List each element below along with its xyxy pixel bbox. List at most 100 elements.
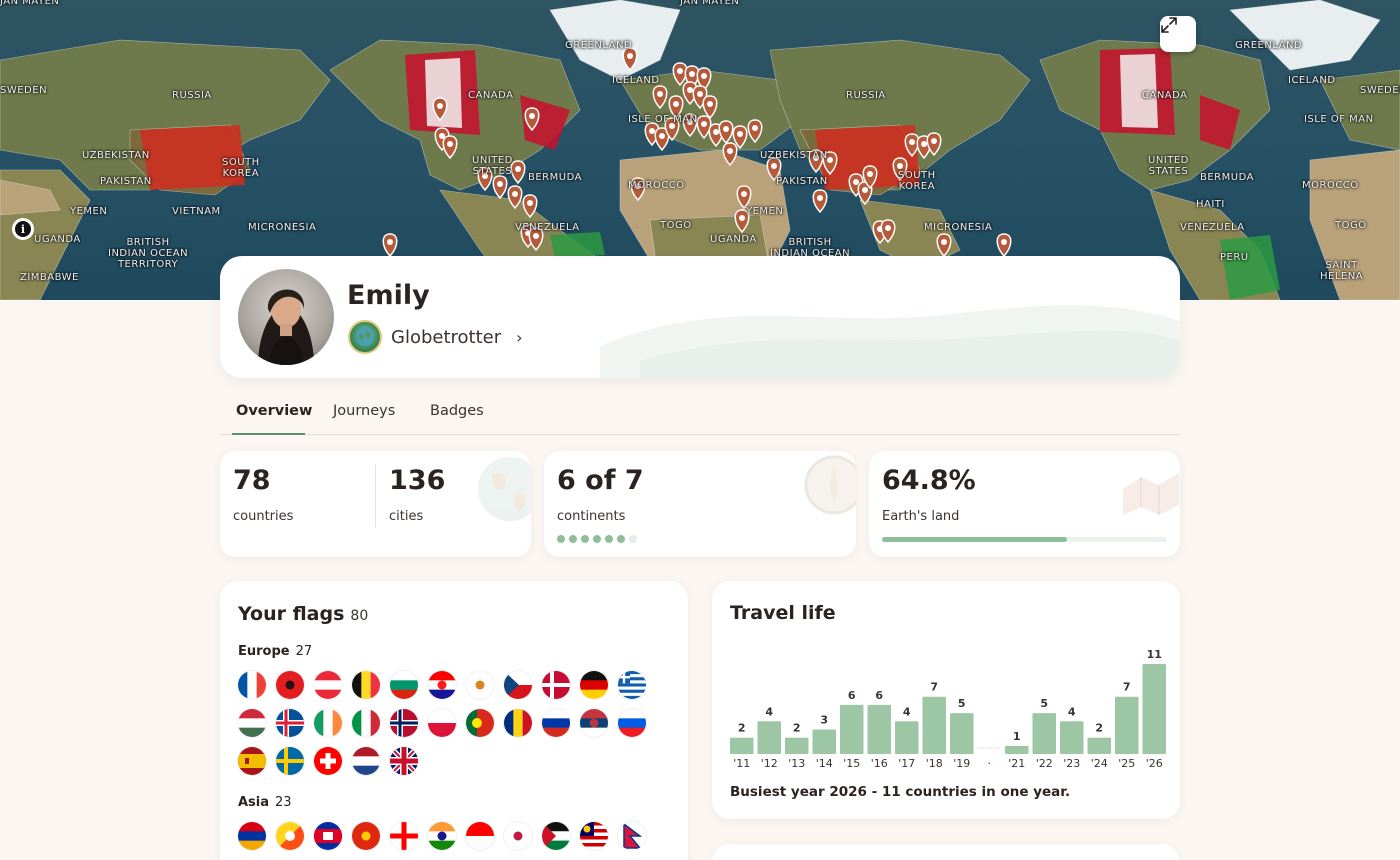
flag-united-kingdom[interactable] — [390, 747, 418, 775]
flag-france[interactable] — [238, 671, 266, 699]
flag-slovenia[interactable] — [618, 709, 646, 737]
bar-value-label: 2 — [793, 722, 801, 735]
map-label: BERMUDA — [1200, 172, 1254, 183]
travel-bar[interactable] — [895, 721, 919, 754]
map-label: PAKISTAN — [100, 176, 152, 187]
flag-georgia[interactable] — [390, 822, 418, 850]
bar-value-label: 2 — [1095, 722, 1103, 735]
map-label: MICRONESIA — [924, 222, 993, 233]
map-label: YEMEN — [70, 206, 108, 217]
globetrotter-badge-icon — [348, 320, 382, 354]
map-label: MOROCCO — [1302, 180, 1359, 191]
tab-badges[interactable]: Badges — [430, 403, 484, 419]
flag-ireland[interactable] — [314, 709, 342, 737]
flag-sweden[interactable] — [276, 747, 304, 775]
flag-germany[interactable] — [580, 671, 608, 699]
travel-bar[interactable] — [1032, 713, 1057, 754]
year-tick-label: '13 — [788, 757, 805, 770]
flag-serbia[interactable] — [580, 709, 608, 737]
map-label: SOUTH KOREA — [222, 157, 260, 179]
flag-armenia[interactable] — [238, 822, 266, 850]
flag-malaysia[interactable] — [580, 822, 608, 850]
stat-card-continents[interactable]: 6 of 7 continents — [544, 451, 856, 557]
flag-cyprus[interactable] — [466, 671, 494, 699]
flag-jordan[interactable] — [542, 822, 570, 850]
tab-overview[interactable]: Overview — [236, 403, 312, 419]
map-info-button[interactable]: i — [12, 218, 34, 240]
travel-bar[interactable] — [812, 729, 837, 754]
travel-bar[interactable] — [840, 704, 864, 754]
map-label: MOROCCO — [628, 180, 685, 191]
flag-iceland[interactable] — [276, 709, 304, 737]
map-pin[interactable] — [996, 233, 1012, 258]
flag-poland[interactable] — [428, 709, 456, 737]
flag-spain[interactable] — [238, 747, 266, 775]
travel-bar[interactable] — [1142, 664, 1167, 754]
flag-albania[interactable] — [276, 671, 304, 699]
year-tick-label: '12 — [761, 757, 778, 770]
world-map[interactable]: JAN MAYEN JAN MAYEN GREENLAND GREENLAND ICEL… — [0, 0, 1400, 300]
flag-bulgaria[interactable] — [390, 671, 418, 699]
info-icon: i — [15, 221, 31, 237]
map-label: BERMUDA — [528, 172, 582, 183]
map-pin[interactable] — [812, 189, 828, 214]
travel-bar[interactable] — [1060, 721, 1084, 754]
travel-bar[interactable] — [785, 737, 809, 754]
flag-czechia[interactable] — [504, 671, 532, 699]
flag-indonesia[interactable] — [466, 822, 494, 850]
flag-croatia[interactable] — [428, 671, 456, 699]
travel-bar[interactable] — [757, 721, 782, 754]
region-name: Asia — [238, 795, 270, 810]
map-label: JAN MAYEN — [680, 0, 740, 7]
expand-arrows-icon — [1161, 17, 1177, 33]
flag-russia[interactable] — [542, 709, 570, 737]
flag-india[interactable] — [428, 822, 456, 850]
avatar[interactable] — [238, 269, 334, 365]
travel-bar[interactable] — [950, 713, 974, 754]
bar-value-label: 4 — [903, 705, 911, 718]
map-label: TOGO — [660, 220, 692, 231]
bar-value-label: 7 — [930, 681, 938, 694]
expand-map-button[interactable] — [1160, 16, 1196, 52]
flag-hungary[interactable] — [238, 709, 266, 737]
flag-norway[interactable] — [390, 709, 418, 737]
flag-switzerland[interactable] — [314, 747, 342, 775]
travel-bar[interactable] — [730, 737, 754, 754]
travel-bar[interactable] — [922, 696, 947, 754]
flag-romania[interactable] — [504, 709, 532, 737]
travel-bar[interactable] — [1115, 696, 1139, 754]
continent-dot — [581, 535, 589, 543]
map-pin[interactable] — [510, 160, 526, 185]
level-link[interactable]: Globetrotter › — [348, 320, 523, 354]
travel-bar[interactable] — [1087, 737, 1112, 754]
map-label: SWEDEN — [0, 85, 48, 96]
flag-japan[interactable] — [504, 822, 532, 850]
flag-nepal[interactable] — [618, 822, 646, 850]
flag-italy[interactable] — [352, 709, 380, 737]
flag-belgium[interactable] — [352, 671, 380, 699]
map-label: MICRONESIA — [248, 222, 317, 233]
stat-card-land[interactable]: 64.8% Earth's land — [869, 451, 1180, 557]
land-label: Earth's land — [882, 509, 960, 524]
flag-portugal[interactable] — [466, 709, 494, 737]
flag-china[interactable] — [352, 822, 380, 850]
tab-journeys[interactable]: Journeys — [333, 403, 395, 419]
map-pin[interactable] — [492, 175, 508, 200]
map-label: SAINT HELENA — [1320, 260, 1364, 282]
stat-card-countries-cities[interactable]: 78 countries 136 cities — [220, 451, 531, 557]
flag-netherlands[interactable] — [352, 747, 380, 775]
map-pin[interactable] — [382, 233, 398, 258]
travel-bar[interactable] — [867, 704, 892, 754]
flag-bhutan[interactable] — [276, 822, 304, 850]
continent-dot — [557, 535, 565, 543]
flag-austria[interactable] — [314, 671, 342, 699]
travel-bar[interactable] — [1005, 745, 1029, 754]
flag-denmark[interactable] — [542, 671, 570, 699]
flag-greece[interactable] — [618, 671, 646, 699]
bar-value-label: 4 — [1068, 705, 1076, 718]
land-progress-fill — [882, 537, 1067, 542]
bar-value-label: 3 — [820, 713, 828, 726]
map-label: ISLE OF MAN — [628, 114, 698, 125]
flag-cambodia[interactable] — [314, 822, 342, 850]
bar-value-label: 5 — [1040, 697, 1048, 710]
